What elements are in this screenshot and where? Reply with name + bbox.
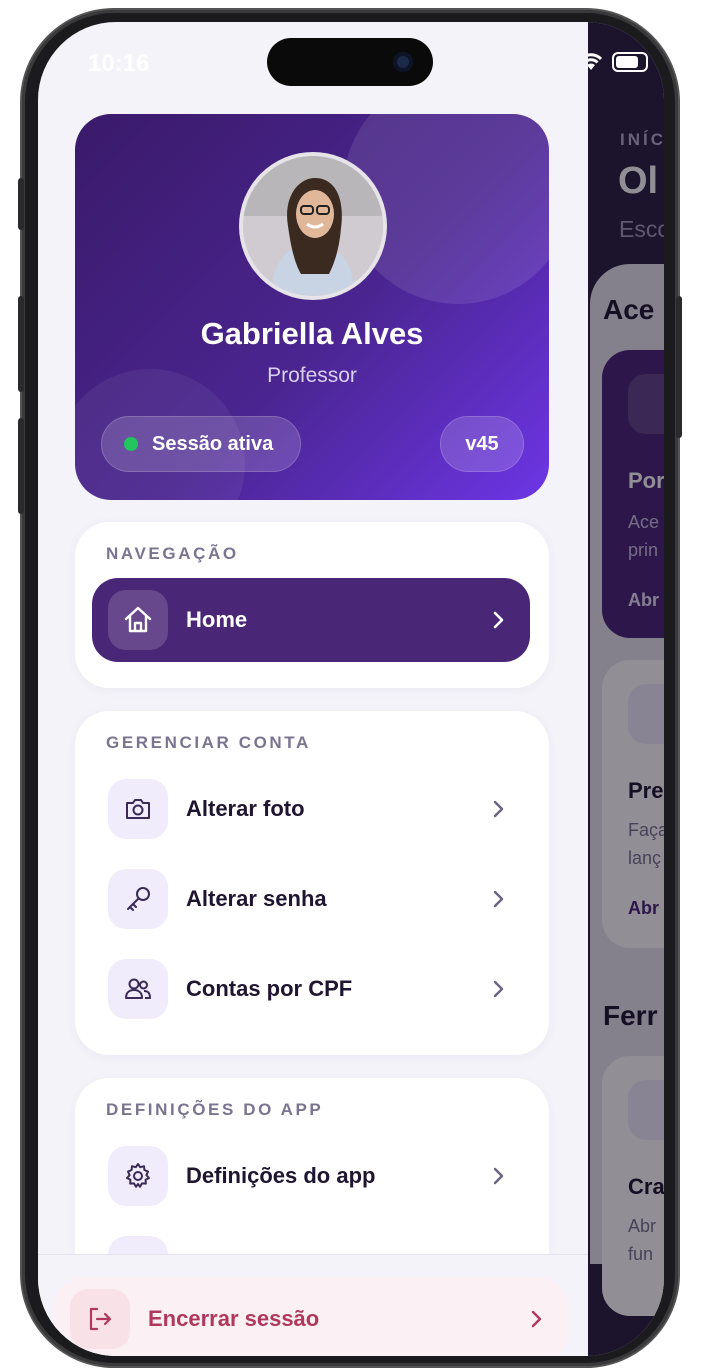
section-title-account: GERENCIAR CONTA <box>106 733 311 752</box>
section-title-navigation: NAVEGAÇÃO <box>106 544 239 563</box>
settings-item-app-definitions[interactable]: Definições do app <box>92 1134 530 1218</box>
camera-lens-icon <box>393 52 413 72</box>
logout-label: Encerrar sessão <box>148 1306 320 1331</box>
account-item-cpf-accounts[interactable]: Contas por CPF <box>92 947 530 1031</box>
user-role: Professor <box>267 364 357 387</box>
account-item-change-photo[interactable]: Alterar foto <box>92 767 530 851</box>
account-item-change-password[interactable]: Alterar senha <box>92 857 530 941</box>
nav-item-label: Home <box>186 607 248 632</box>
account-section: GERENCIAR CONTA Alterar foto Alterar sen… <box>75 711 549 1055</box>
account-item-label: Alterar foto <box>186 796 305 821</box>
chevron-right-icon <box>490 1167 508 1185</box>
action-button <box>18 178 24 230</box>
session-status-label: Sessão ativa <box>152 432 274 455</box>
home-icon <box>108 590 168 650</box>
account-item-label: Contas por CPF <box>186 976 353 1001</box>
logout-footer: Encerrar sessão <box>38 1254 588 1356</box>
account-item-label: Alterar senha <box>186 886 327 911</box>
avatar-photo <box>243 156 383 296</box>
logout-icon <box>70 1289 130 1349</box>
chevron-right-icon <box>490 611 508 629</box>
navigation-drawer: Gabriella Alves Professor Sessão ativa v… <box>38 22 588 1356</box>
users-icon <box>108 959 168 1019</box>
chevron-right-icon <box>528 1310 546 1328</box>
dynamic-island <box>267 38 433 86</box>
section-title-app-settings: DEFINIÇÕES DO APP <box>106 1100 324 1119</box>
camera-icon <box>108 779 168 839</box>
chevron-right-icon <box>490 800 508 818</box>
user-name: Gabriella Alves <box>200 316 424 351</box>
gear-icon <box>108 1146 168 1206</box>
chevron-right-icon <box>490 890 508 908</box>
session-status-badge: Sessão ativa <box>101 416 301 472</box>
logout-button[interactable]: Encerrar sessão <box>54 1277 568 1356</box>
status-bar-time: 10:16 <box>88 50 150 77</box>
volume-down-button <box>18 418 24 514</box>
status-dot-icon <box>124 437 138 451</box>
battery-icon <box>612 52 648 72</box>
profile-card: Gabriella Alves Professor Sessão ativa v… <box>75 114 549 500</box>
volume-up-button <box>18 296 24 392</box>
avatar[interactable] <box>239 152 387 300</box>
navigation-section: NAVEGAÇÃO Home <box>75 522 549 688</box>
phone-screen: INÍC Ol Esco Ace Por Ace prin Abr Pre Fa… <box>38 22 664 1356</box>
power-button <box>676 296 682 438</box>
settings-item-label: Definições do app <box>186 1163 376 1188</box>
nav-item-home[interactable]: Home <box>92 578 530 662</box>
chevron-right-icon <box>490 980 508 998</box>
key-icon <box>108 869 168 929</box>
version-badge: v45 <box>440 416 524 472</box>
